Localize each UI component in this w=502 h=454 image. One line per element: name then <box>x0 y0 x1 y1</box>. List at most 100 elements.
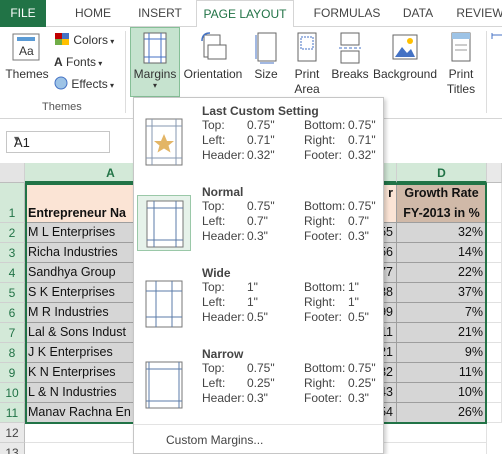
row-header[interactable]: 5 <box>0 283 25 303</box>
cell-empty[interactable] <box>487 223 502 243</box>
effects-button[interactable]: Effects ▾ <box>54 74 114 94</box>
select-all-corner[interactable] <box>0 163 25 183</box>
table-cell-growth-rate[interactable]: 9% <box>397 343 487 363</box>
margin-value-bottom: 0.75" <box>348 118 376 132</box>
cell-empty[interactable] <box>487 403 502 423</box>
table-cell-growth-rate[interactable]: 21% <box>397 323 487 343</box>
print-area-label-1: Print <box>294 67 320 81</box>
margins-button[interactable]: Margins ▾ <box>130 27 180 97</box>
chevron-down-icon: ▾ <box>107 81 115 90</box>
table-cell-growth-rate[interactable]: 37% <box>397 283 487 303</box>
margin-label-right: Right: <box>304 376 336 390</box>
custom-margins-item[interactable]: Custom Margins... <box>134 424 383 454</box>
colors-button[interactable]: Colors ▾ <box>54 30 114 50</box>
row-header[interactable]: 4 <box>0 263 25 283</box>
print-titles-label-1: Print <box>448 67 474 81</box>
cell-empty[interactable] <box>487 263 502 283</box>
fonts-button[interactable]: A Fonts ▾ <box>54 52 102 72</box>
breaks-button[interactable]: Breaks <box>330 31 370 82</box>
tab-file[interactable]: FILE <box>0 0 46 27</box>
row-header[interactable]: 13 <box>0 443 25 454</box>
background-button[interactable]: Background <box>372 31 438 82</box>
size-icon <box>255 32 277 64</box>
margin-value-header: 0.3" <box>247 229 268 243</box>
cell-empty[interactable] <box>487 363 502 383</box>
cell-empty[interactable] <box>487 283 502 303</box>
margin-value-right: 0.71" <box>348 133 376 147</box>
table-cell-growth-rate[interactable]: 7% <box>397 303 487 323</box>
margin-value-footer: 0.3" <box>348 391 369 405</box>
print-titles-button[interactable]: Print Titles <box>442 31 480 97</box>
margin-option-title: Narrow <box>202 347 244 361</box>
margin-label-top: Top: <box>202 118 225 132</box>
orientation-button[interactable]: Orientation <box>182 31 244 82</box>
themes-button[interactable]: Aa Themes <box>4 31 50 82</box>
breaks-label: Breaks <box>331 67 369 81</box>
effects-label: Effects <box>71 77 108 91</box>
margin-option-last-custom[interactable]: Last Custom Setting Top: 0.75" Bottom: 0.75"… <box>134 100 383 180</box>
header-growth-line1: Growth Rate <box>404 186 479 200</box>
margin-value-header: 0.5" <box>247 310 268 324</box>
margin-label-right: Right: <box>304 133 336 147</box>
width-button[interactable] <box>490 31 502 55</box>
row-header[interactable]: 9 <box>0 363 25 383</box>
row-header[interactable]: 11 <box>0 403 25 423</box>
margin-value-right: 0.25" <box>348 376 376 390</box>
cell-empty[interactable] <box>487 343 502 363</box>
name-box[interactable]: A1 ▾ <box>6 131 110 153</box>
cell-empty[interactable] <box>487 323 502 343</box>
width-icon <box>491 33 502 39</box>
row-header[interactable]: 12 <box>0 423 25 443</box>
margin-preview-icon <box>137 276 191 332</box>
tab-review[interactable]: REVIEW <box>450 0 502 27</box>
table-cell-growth-rate[interactable]: 10% <box>397 383 487 403</box>
margin-option-normal[interactable]: Normal Top: 0.75" Bottom: 0.75" Left: 0.7" Righ… <box>134 181 383 261</box>
margin-option-title: Last Custom Setting <box>202 104 319 118</box>
row-header[interactable]: 1 <box>0 183 25 223</box>
margin-preview-icon <box>137 195 191 251</box>
header-growth-line2: FY-2013 in % <box>403 206 480 220</box>
tab-page-layout[interactable]: PAGE LAYOUT <box>196 0 294 28</box>
print-area-label-2: Area <box>294 82 320 96</box>
orientation-icon <box>201 32 227 60</box>
print-titles-icon <box>451 32 471 62</box>
row-header[interactable]: 2 <box>0 223 25 243</box>
row-header[interactable]: 6 <box>0 303 25 323</box>
print-area-button[interactable]: Print Area <box>288 31 326 97</box>
themes-group-label: Themes <box>42 101 82 113</box>
table-cell-growth-rate[interactable]: 11% <box>397 363 487 383</box>
margin-label-bottom: Bottom: <box>304 118 346 132</box>
size-button[interactable]: Size <box>248 31 284 82</box>
table-cell-growth-rate[interactable]: 26% <box>397 403 487 423</box>
margin-option-narrow[interactable]: Narrow Top: 0.75" Bottom: 0.75" Left: 0.25" Rig… <box>134 343 383 423</box>
tab-formulas[interactable]: FORMULAS <box>302 0 392 27</box>
row-header[interactable]: 3 <box>0 243 25 263</box>
margin-label-footer: Footer: <box>304 391 343 405</box>
margin-value-bottom: 0.75" <box>348 199 376 213</box>
tab-insert[interactable]: INSERT <box>128 0 192 27</box>
cell-empty[interactable] <box>487 183 502 223</box>
table-cell-growth-rate[interactable]: 32% <box>397 223 487 243</box>
cell-empty[interactable] <box>487 303 502 323</box>
row-header[interactable]: 8 <box>0 343 25 363</box>
margin-label-header: Header: <box>202 310 245 324</box>
colors-icon <box>55 33 69 45</box>
column-header-e[interactable] <box>487 163 502 183</box>
cell-empty[interactable] <box>487 383 502 403</box>
tab-data[interactable]: DATA <box>394 0 442 27</box>
chevron-down-icon[interactable]: ▾ <box>14 134 104 145</box>
header-cell-growth-rate[interactable]: Growth Rate FY-2013 in % <box>397 183 487 223</box>
margin-value-bottom: 1" <box>348 280 359 294</box>
tab-home[interactable]: HOME <box>62 0 124 27</box>
margin-preview-icon <box>137 357 191 413</box>
chevron-down-icon: ▾ <box>108 37 115 46</box>
table-cell-growth-rate[interactable]: 22% <box>397 263 487 283</box>
row-header[interactable]: 7 <box>0 323 25 343</box>
row-header[interactable]: 10 <box>0 383 25 403</box>
table-cell-growth-rate[interactable]: 14% <box>397 243 487 263</box>
column-header-d[interactable]: D <box>397 163 487 183</box>
margin-option-wide[interactable]: Wide Top: 1" Bottom: 1" Left: 1" Right: 1" Header… <box>134 262 383 342</box>
margin-label-bottom: Bottom: <box>304 280 346 294</box>
margin-value-top: 1" <box>247 280 258 294</box>
cell-empty[interactable] <box>487 243 502 263</box>
